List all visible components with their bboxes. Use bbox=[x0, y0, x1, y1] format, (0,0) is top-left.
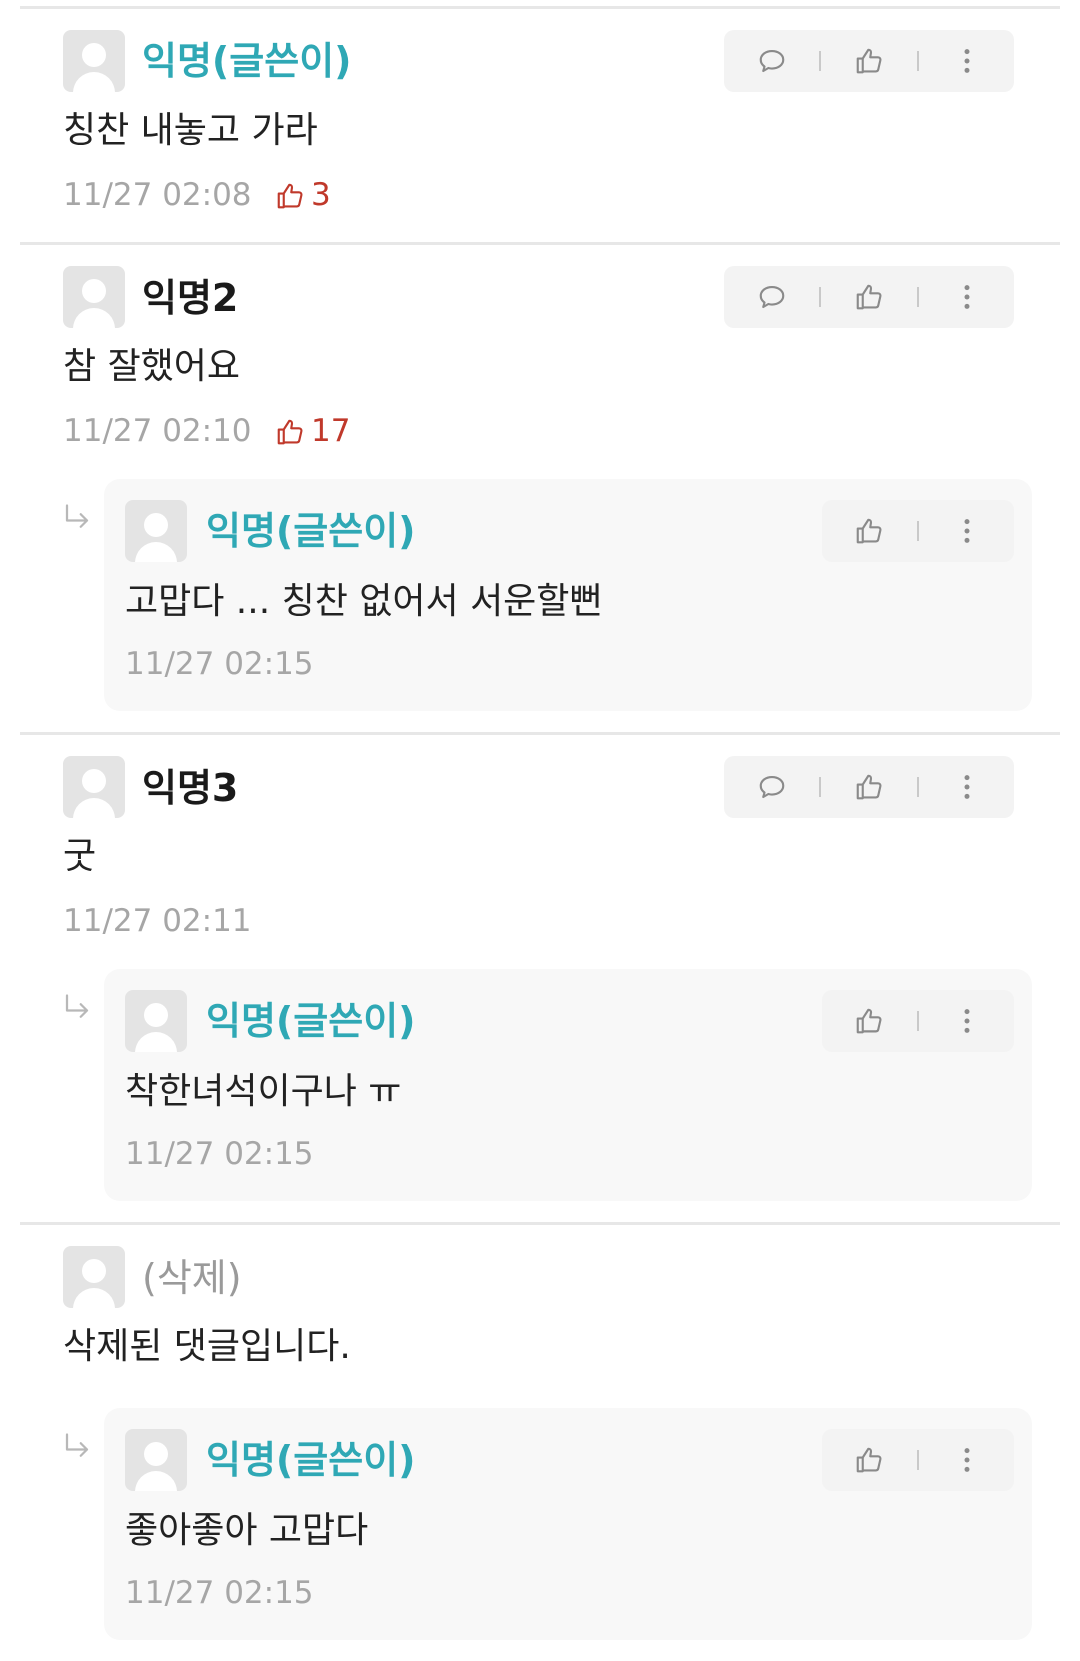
comment-action-bar bbox=[724, 30, 1014, 92]
more-button[interactable] bbox=[937, 266, 997, 328]
reply-timestamp: 11/27 02:15 bbox=[125, 1136, 314, 1172]
reply-author: 익명(글쓴이) bbox=[206, 509, 416, 553]
thumbs-up-icon bbox=[854, 1445, 884, 1475]
comment-timestamp: 11/27 02:11 bbox=[63, 903, 252, 939]
like-count: 3 bbox=[275, 180, 331, 211]
avatar bbox=[125, 990, 187, 1052]
like-count-value: 3 bbox=[311, 177, 331, 213]
reply-button[interactable] bbox=[742, 756, 802, 818]
reply-timestamp: 11/27 02:15 bbox=[125, 646, 314, 682]
action-separator bbox=[819, 287, 821, 307]
action-separator bbox=[917, 51, 919, 71]
like-count-value: 17 bbox=[311, 413, 351, 449]
reply-arrow-icon bbox=[62, 1432, 92, 1462]
vertical-dots-icon bbox=[952, 282, 982, 312]
comment-author: 익명3 bbox=[142, 766, 239, 810]
action-separator bbox=[819, 777, 821, 797]
thumbs-up-icon bbox=[854, 282, 884, 312]
action-separator bbox=[917, 777, 919, 797]
reply-author: 익명(글쓴이) bbox=[206, 999, 416, 1043]
more-button[interactable] bbox=[937, 30, 997, 92]
comment-text: 삭제된 댓글입니다. bbox=[63, 1326, 351, 1367]
comment-divider bbox=[20, 6, 1060, 9]
comment-divider bbox=[20, 732, 1060, 735]
avatar bbox=[63, 756, 125, 818]
action-separator bbox=[917, 521, 919, 541]
action-separator bbox=[917, 1450, 919, 1470]
vertical-dots-icon bbox=[952, 46, 982, 76]
reply-author: 익명(글쓴이) bbox=[206, 1438, 416, 1482]
like-button[interactable] bbox=[839, 266, 899, 328]
more-button[interactable] bbox=[937, 1429, 997, 1491]
thumbs-up-icon bbox=[275, 181, 305, 211]
more-button[interactable] bbox=[937, 990, 997, 1052]
comment-action-bar bbox=[724, 756, 1014, 818]
reply-action-bar bbox=[822, 990, 1014, 1052]
reply-arrow-icon bbox=[62, 503, 92, 533]
reply-item: 익명(글쓴이) 착한녀석이구나 ㅠ 11/27 02:15 bbox=[104, 969, 1032, 1201]
reply-text: 고맙다 ... 칭찬 없어서 서운할뻔 bbox=[125, 581, 603, 622]
reply-timestamp: 11/27 02:15 bbox=[125, 1575, 314, 1611]
avatar bbox=[125, 1429, 187, 1491]
comment-action-bar bbox=[724, 266, 1014, 328]
avatar bbox=[125, 500, 187, 562]
comment-timestamp: 11/27 02:10 bbox=[63, 413, 252, 449]
like-button[interactable] bbox=[839, 756, 899, 818]
reply-action-bar bbox=[822, 500, 1014, 562]
reply-arrow-icon bbox=[62, 993, 92, 1023]
vertical-dots-icon bbox=[952, 516, 982, 546]
action-separator bbox=[819, 51, 821, 71]
comment-divider bbox=[20, 242, 1060, 245]
like-button[interactable] bbox=[839, 990, 899, 1052]
vertical-dots-icon bbox=[952, 772, 982, 802]
like-button[interactable] bbox=[839, 500, 899, 562]
action-separator bbox=[917, 1011, 919, 1031]
comment-text: 칭찬 내놓고 가라 bbox=[63, 110, 318, 151]
like-count: 17 bbox=[275, 416, 350, 447]
reply-action-bar bbox=[822, 1429, 1014, 1491]
thumbs-up-icon bbox=[854, 772, 884, 802]
vertical-dots-icon bbox=[952, 1006, 982, 1036]
like-button[interactable] bbox=[839, 1429, 899, 1491]
speech-bubble-icon bbox=[757, 46, 787, 76]
more-button[interactable] bbox=[937, 756, 997, 818]
comment-author: (삭제) bbox=[142, 1256, 242, 1300]
comment-timestamp: 11/27 02:08 bbox=[63, 177, 252, 213]
comment-text: 참 잘했어요 bbox=[63, 346, 241, 387]
vertical-dots-icon bbox=[952, 1445, 982, 1475]
action-separator bbox=[917, 287, 919, 307]
thumbs-up-icon bbox=[854, 46, 884, 76]
speech-bubble-icon bbox=[757, 772, 787, 802]
thumbs-up-icon bbox=[854, 1006, 884, 1036]
avatar bbox=[63, 1246, 125, 1308]
reply-text: 착한녀석이구나 ㅠ bbox=[125, 1071, 402, 1112]
more-button[interactable] bbox=[937, 500, 997, 562]
comment-divider bbox=[20, 1222, 1060, 1225]
thumbs-up-icon bbox=[854, 516, 884, 546]
thumbs-up-icon bbox=[275, 417, 305, 447]
like-button[interactable] bbox=[839, 30, 899, 92]
comment-author: 익명(글쓴이) bbox=[142, 39, 352, 83]
reply-item: 익명(글쓴이) 좋아좋아 고맙다 11/27 02:15 bbox=[104, 1408, 1032, 1640]
reply-button[interactable] bbox=[742, 30, 802, 92]
reply-button[interactable] bbox=[742, 266, 802, 328]
reply-text: 좋아좋아 고맙다 bbox=[125, 1510, 369, 1551]
reply-item: 익명(글쓴이) 고맙다 ... 칭찬 없어서 서운할뻔 11/27 02:15 bbox=[104, 479, 1032, 711]
comment-text: 굿 bbox=[63, 836, 97, 877]
avatar bbox=[63, 30, 125, 92]
comment-author: 익명2 bbox=[142, 276, 239, 320]
avatar bbox=[63, 266, 125, 328]
speech-bubble-icon bbox=[757, 282, 787, 312]
